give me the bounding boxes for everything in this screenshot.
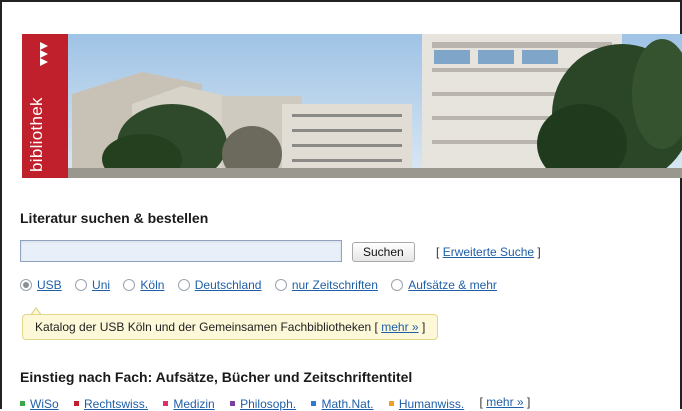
radio-icon[interactable]: [75, 279, 88, 291]
advanced-search: [ Erweiterte Suche ]: [436, 245, 541, 259]
radio-icon[interactable]: [274, 279, 287, 291]
subject-wiso[interactable]: WiSo: [20, 397, 59, 411]
scope-label[interactable]: Uni: [92, 278, 110, 292]
bracket-open: [: [436, 245, 440, 259]
bracket-open: [: [479, 395, 483, 409]
scope-label[interactable]: Aufsätze & mehr: [408, 278, 497, 292]
bracket-close: ]: [526, 395, 531, 409]
subjects-more: [ mehr » ]: [480, 395, 531, 409]
hint-more-link[interactable]: mehr »: [381, 320, 418, 334]
subject-link[interactable]: Rechtswiss.: [84, 397, 148, 411]
library-logo-text: bibliothek: [27, 97, 46, 172]
subject-link[interactable]: Medizin: [173, 397, 214, 411]
search-scope-radios: USB Uni Köln Deutschland nur Zeitschrift…: [20, 278, 507, 294]
scope-label[interactable]: nur Zeitschriften: [292, 278, 378, 292]
header-banner-image: [22, 34, 682, 178]
scope-label[interactable]: Deutschland: [195, 278, 262, 292]
bracket-close: ]: [421, 320, 426, 334]
subject-mathnat[interactable]: Math.Nat.: [311, 397, 374, 411]
subject-philosoph[interactable]: Philosoph.: [230, 397, 296, 411]
scope-hint-box: Katalog der USB Köln und der Gemeinsamen…: [22, 314, 439, 340]
radio-icon[interactable]: [177, 279, 190, 291]
scope-radio-zeitschriften[interactable]: nur Zeitschriften: [274, 278, 378, 292]
subject-link[interactable]: WiSo: [30, 397, 59, 411]
hint-text: Katalog der USB Köln und der Gemeinsamen…: [35, 320, 372, 334]
scope-radio-uni[interactable]: Uni: [75, 278, 110, 292]
subject-link[interactable]: Philosoph.: [240, 397, 296, 411]
subjects-more-link[interactable]: mehr »: [486, 395, 523, 409]
subject-rechtswiss[interactable]: Rechtswiss.: [74, 397, 148, 411]
scope-radio-koeln[interactable]: Köln: [123, 278, 164, 292]
subject-link[interactable]: Humanwiss.: [399, 397, 464, 411]
square-bullet-icon: [163, 401, 169, 406]
scope-radio-usb[interactable]: USB: [20, 278, 62, 292]
search-heading: Literatur suchen & bestellen: [20, 210, 209, 226]
square-bullet-icon: [230, 401, 236, 406]
square-bullet-icon: [311, 401, 317, 406]
scope-label[interactable]: USB: [37, 278, 62, 292]
radio-icon[interactable]: [123, 279, 136, 291]
triple-arrow-icon: [40, 42, 48, 66]
catalog-search-input[interactable]: [20, 240, 342, 262]
subjects-heading: Einstieg nach Fach: Aufsätze, Bücher und…: [20, 369, 413, 385]
radio-icon[interactable]: [391, 279, 404, 291]
subject-humanwiss[interactable]: Humanwiss.: [388, 397, 464, 411]
subject-links: WiSo Rechtswiss. Medizin Philosoph. Math…: [20, 395, 530, 411]
radio-selected-icon[interactable]: [20, 279, 32, 291]
advanced-search-link[interactable]: Erweiterte Suche: [443, 245, 534, 259]
subject-link[interactable]: Math.Nat.: [321, 397, 373, 411]
bracket-open: [: [374, 320, 378, 334]
scope-label[interactable]: Köln: [140, 278, 164, 292]
subject-medizin[interactable]: Medizin: [163, 397, 215, 411]
search-button[interactable]: Suchen: [352, 242, 415, 262]
bracket-close: ]: [537, 245, 541, 259]
scope-radio-aufsaetze[interactable]: Aufsätze & mehr: [391, 278, 497, 292]
square-bullet-icon: [74, 401, 80, 406]
square-bullet-icon: [20, 401, 25, 406]
scope-radio-deutschland[interactable]: Deutschland: [177, 278, 262, 292]
square-bullet-icon: [388, 401, 394, 406]
